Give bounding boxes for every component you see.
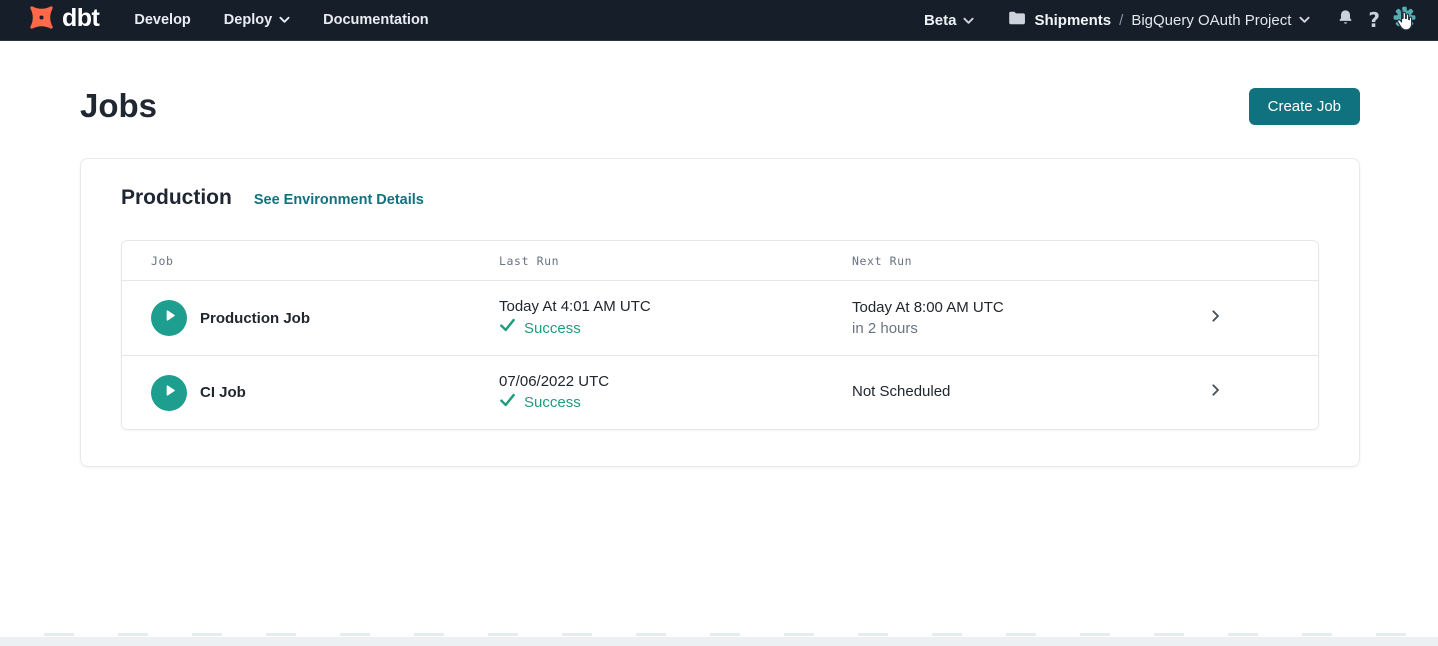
run-job-button[interactable] [151,300,187,336]
job-cell: CI Job [122,375,499,411]
run-job-button[interactable] [151,375,187,411]
main-content: Jobs Create Job Production See Environme… [0,41,1438,467]
top-nav: dbt Develop Deploy Documentation Beta [0,0,1438,41]
nav-links: Develop Deploy Documentation [134,12,428,28]
environment-details-link[interactable]: See Environment Details [254,192,424,208]
page-bottom-strip [0,637,1438,646]
page-title: Jobs [80,88,157,124]
column-header-job: Job [122,254,499,268]
status-badge: Success [524,393,581,413]
nav-item-documentation[interactable]: Documentation [323,12,429,28]
row-open-cell [1207,382,1318,403]
last-run-time: Today At 4:01 AM UTC [499,297,852,317]
notifications-button[interactable] [1336,8,1355,33]
nav-icon-group: ? [1336,6,1416,34]
chevron-down-icon [963,12,974,29]
play-icon [161,307,178,329]
environment-card-header: Production See Environment Details [81,159,1359,210]
nav-right: Beta Shipments / BigQuery OAuth Project [924,6,1416,34]
dbt-logo[interactable]: dbt [26,2,99,38]
play-icon [161,382,178,404]
gear-icon [1393,6,1416,34]
page-bottom-dashes [0,633,1438,636]
table-row-ci-job[interactable]: CI Job 07/06/2022 UTC Success Not Schedu… [122,355,1318,429]
nav-item-deploy[interactable]: Deploy [224,12,290,28]
beta-dropdown[interactable]: Beta [924,12,975,29]
nav-item-develop[interactable]: Develop [134,12,190,28]
table-row-production-job[interactable]: Production Job Today At 4:01 AM UTC Succ… [122,281,1318,355]
last-run-status: Success [499,318,852,339]
folder-icon [1008,10,1026,31]
job-name: Production Job [200,310,310,327]
nav-item-develop-label: Develop [134,12,190,28]
create-job-button[interactable]: Create Job [1249,88,1360,125]
help-icon: ? [1368,10,1380,30]
environment-name: Production [121,186,232,210]
last-run-status: Success [499,393,852,414]
chevron-right-icon[interactable] [1208,382,1223,403]
page-header: Jobs Create Job [0,41,1438,125]
chevron-down-icon [1299,11,1310,29]
nav-item-deploy-label: Deploy [224,12,272,28]
job-cell: Production Job [122,300,499,336]
bell-icon [1336,8,1355,33]
environment-card: Production See Environment Details Job L… [80,158,1360,467]
job-name: CI Job [200,384,246,401]
next-run-time: Today At 8:00 AM UTC [852,298,1207,318]
beta-label: Beta [924,12,957,29]
dbt-logo-text: dbt [62,6,99,34]
column-header-last-run: Last Run [499,254,852,268]
status-badge: Success [524,319,581,339]
row-open-cell [1207,308,1318,329]
next-run-cell: Today At 8:00 AM UTC in 2 hours [852,298,1207,339]
project-switcher[interactable]: Shipments / BigQuery OAuth Project [1008,10,1310,31]
next-run-relative: in 2 hours [852,319,1207,339]
nav-item-documentation-label: Documentation [323,12,429,28]
breadcrumb-separator: / [1119,12,1123,29]
check-icon [499,318,516,339]
settings-button[interactable] [1393,6,1416,34]
next-run-cell: Not Scheduled [852,382,1207,403]
breadcrumb-account: Shipments [1034,12,1111,29]
next-run-time: Not Scheduled [852,382,1207,402]
help-button[interactable]: ? [1368,10,1380,30]
chevron-right-icon[interactable] [1208,308,1223,329]
last-run-cell: 07/06/2022 UTC Success [499,372,852,414]
column-header-next-run: Next Run [852,254,1207,268]
last-run-cell: Today At 4:01 AM UTC Success [499,297,852,339]
dbt-logo-icon [26,2,57,38]
jobs-table-header: Job Last Run Next Run [122,241,1318,281]
chevron-down-icon [279,12,290,28]
last-run-time: 07/06/2022 UTC [499,372,852,392]
jobs-table: Job Last Run Next Run Production Job Tod… [121,240,1319,430]
breadcrumb-project: BigQuery OAuth Project [1131,12,1291,29]
check-icon [499,393,516,414]
